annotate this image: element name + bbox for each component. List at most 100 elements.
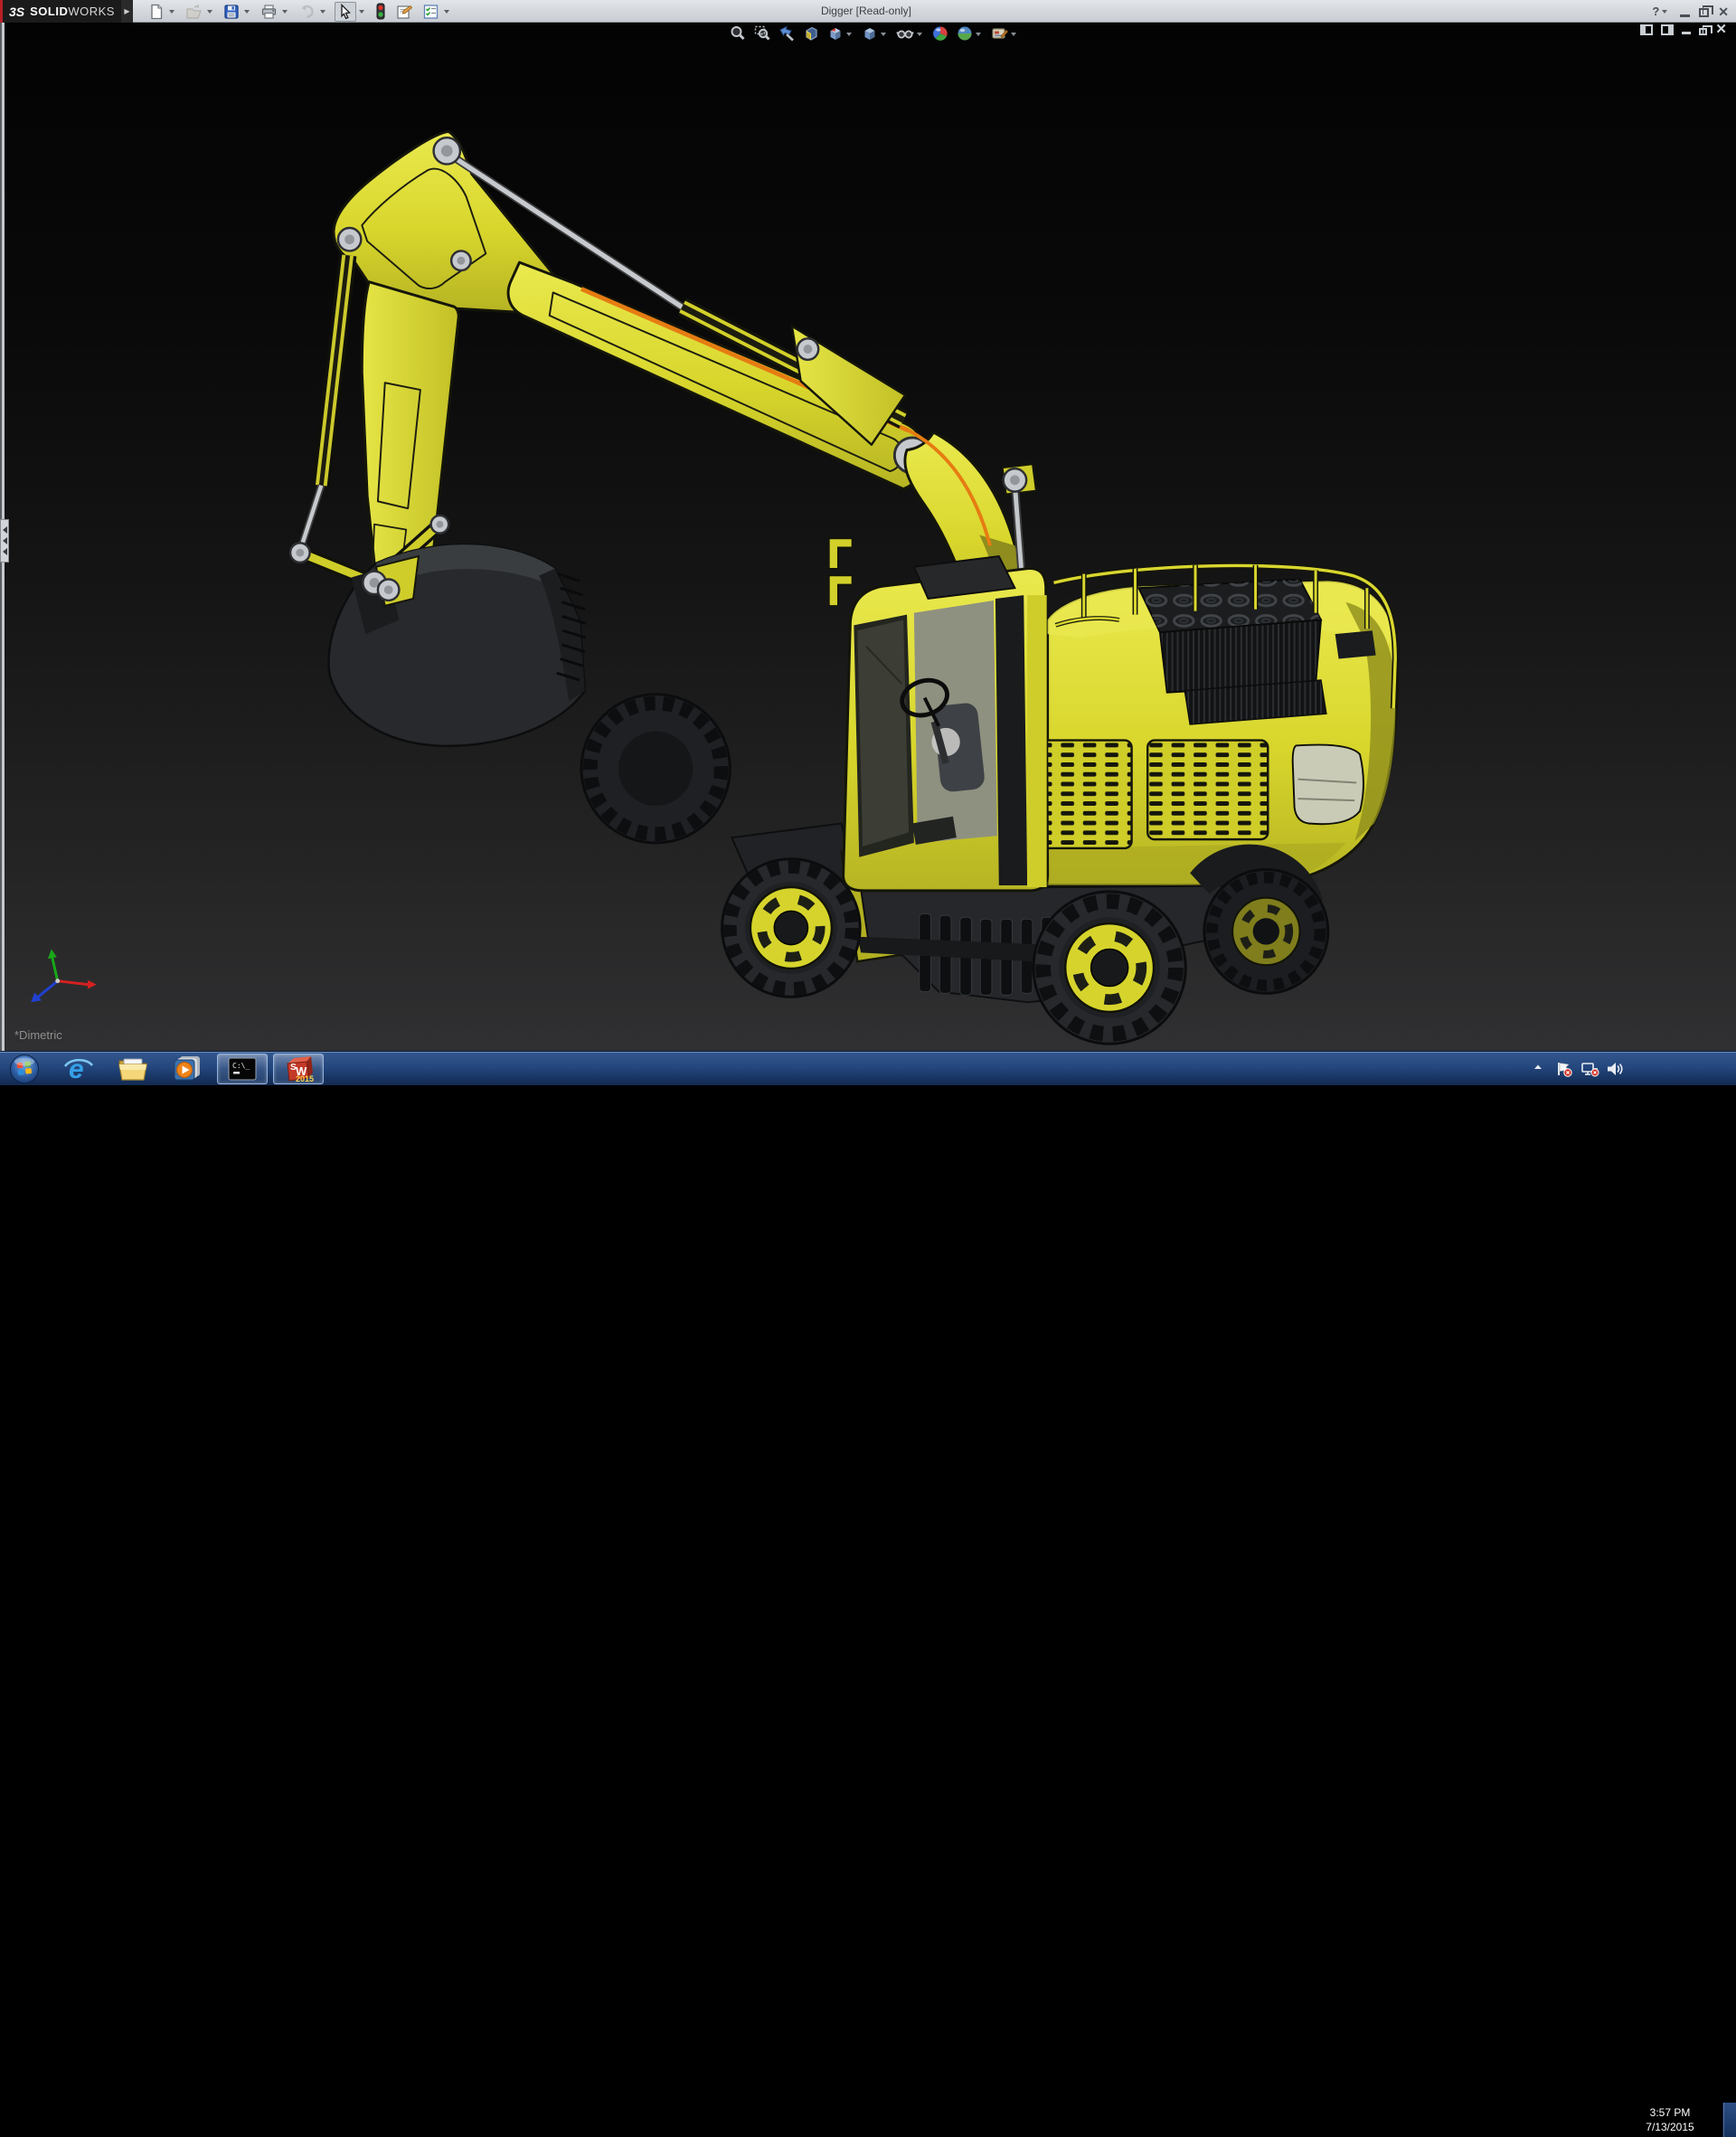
display-style-icon: [864, 28, 875, 40]
minimize-button[interactable]: [1680, 6, 1691, 17]
view-settings-button[interactable]: [990, 25, 1009, 42]
document-restore-button[interactable]: [1699, 24, 1713, 35]
view-orientation-label: *Dimetric: [14, 1028, 62, 1042]
edit-appearance-icon: [933, 26, 948, 41]
headsup-view-toolbar: [729, 24, 1019, 43]
view-settings-dropdown[interactable]: [1011, 32, 1016, 39]
hide-show-items-dropdown[interactable]: [917, 32, 922, 39]
apply-scene-icon: [958, 26, 972, 41]
help-dropdown[interactable]: [1662, 10, 1668, 16]
cab-pillar: [995, 595, 1028, 886]
print-dropdown[interactable]: [282, 10, 288, 16]
network-status-button[interactable]: [1580, 1061, 1600, 1082]
select-button[interactable]: [335, 1, 356, 22]
brand-mark: 3S: [9, 4, 25, 19]
title-bar: 3S SOLID WORKS ▶ Digger [Read-only] ? ✕: [0, 0, 1736, 23]
restore-button[interactable]: [1699, 5, 1714, 17]
rear-right-wheel: [1203, 867, 1330, 995]
collapse-arrow-icon: [0, 537, 7, 544]
options-dropdown[interactable]: [444, 10, 449, 16]
hidden-icons-button[interactable]: [1532, 1061, 1544, 1078]
zoom-to-fit-button[interactable]: [729, 25, 747, 42]
open-icon: [186, 4, 202, 19]
apply-scene-button[interactable]: [956, 25, 974, 42]
undo-button[interactable]: [297, 2, 317, 22]
feature-tree-collapse-tab[interactable]: [0, 519, 9, 563]
command-prompt-button[interactable]: C:\_: [217, 1054, 268, 1084]
command-prompt-icon: C:\_: [228, 1057, 257, 1081]
zoom-to-fit-icon: [731, 26, 745, 41]
zoom-to-area-button[interactable]: [753, 25, 771, 42]
open-button[interactable]: [184, 2, 204, 22]
print-icon: [261, 4, 277, 19]
file-properties-icon: [397, 5, 413, 19]
document-window-controls: ✕: [1640, 23, 1727, 36]
previous-view-button[interactable]: [778, 25, 796, 42]
boom-assembly: [297, 129, 928, 590]
print-button[interactable]: [259, 2, 279, 22]
document-close-button[interactable]: ✕: [1715, 23, 1727, 36]
view-orientation-button[interactable]: [826, 25, 844, 42]
svg-text:e: e: [69, 1054, 84, 1083]
undo-icon: [302, 5, 314, 18]
new-document-button[interactable]: [146, 2, 166, 22]
pane-left-icon[interactable]: [1640, 24, 1654, 35]
windows-explorer-button[interactable]: [112, 1054, 154, 1084]
volume-button[interactable]: [1606, 1061, 1624, 1082]
edit-appearance-button[interactable]: [931, 25, 949, 42]
internet-explorer-button[interactable]: e: [58, 1054, 99, 1084]
section-view-button[interactable]: [802, 25, 820, 42]
collapse-arrow-icon: [0, 548, 7, 555]
undo-dropdown[interactable]: [320, 10, 326, 16]
help-button[interactable]: ?: [1652, 5, 1671, 18]
menu-flyout-arrow[interactable]: ▶: [121, 0, 133, 23]
side-grille-right: [1146, 739, 1269, 841]
solidworks-2015-icon: S W 2015: [287, 1056, 314, 1083]
window-title: Digger [Read-only]: [820, 5, 912, 17]
front-left-wheel: [721, 857, 862, 998]
save-button[interactable]: [222, 2, 241, 22]
new-document-icon: [151, 4, 163, 19]
options-button[interactable]: [420, 2, 441, 22]
display-style-dropdown[interactable]: [881, 32, 886, 39]
digger-model: [31, 129, 1399, 1045]
display-style-button[interactable]: [861, 25, 879, 42]
show-desktop-button[interactable]: [1722, 2103, 1736, 2137]
apply-scene-dropdown[interactable]: [976, 32, 981, 39]
save-dropdown[interactable]: [244, 10, 250, 16]
taskbar: e C:\_ S W 2015 3:57 PM 7/13/2015: [0, 1051, 1736, 2137]
small-vent: [1335, 630, 1376, 659]
action-center-button[interactable]: [1555, 1061, 1573, 1082]
pane-right-icon[interactable]: [1661, 24, 1675, 35]
clock-time: 3:57 PM: [1649, 2106, 1691, 2119]
collapse-arrow-icon: [0, 526, 7, 534]
solidworks-logo: 3S SOLID WORKS: [0, 0, 121, 23]
zoom-to-area-icon: [754, 25, 770, 41]
tray-clock[interactable]: 3:57 PM 7/13/2015: [1631, 2105, 1709, 2134]
open-dropdown[interactable]: [207, 10, 212, 16]
rebuild-traffic-light-button[interactable]: [373, 2, 388, 22]
rear-window: [1291, 743, 1364, 826]
cab: [828, 537, 1050, 893]
select-dropdown[interactable]: [359, 10, 364, 16]
front-right-wheel: [1032, 890, 1187, 1045]
new-document-dropdown[interactable]: [169, 10, 175, 16]
engine-block: [1137, 578, 1323, 694]
file-properties-button[interactable]: [393, 2, 415, 22]
hidden-icons-arrow-icon: [1534, 1064, 1542, 1069]
solidworks-2015-button[interactable]: S W 2015: [273, 1054, 324, 1084]
previous-view-icon: [779, 25, 794, 42]
graphics-viewport[interactable]: ✕ *Dimetric: [0, 23, 1736, 1051]
media-player-button[interactable]: [166, 1054, 208, 1084]
hide-show-items-button[interactable]: [895, 25, 915, 42]
action-center-flag-icon: [1558, 1063, 1572, 1077]
select-cursor-icon: [341, 3, 351, 19]
sw-year: 2015: [296, 1074, 314, 1083]
windows-start-icon: [10, 1054, 39, 1083]
close-button[interactable]: ✕: [1718, 5, 1729, 18]
document-minimize-button[interactable]: [1682, 25, 1692, 34]
start-button[interactable]: [7, 1054, 42, 1084]
view-orientation-dropdown[interactable]: [846, 32, 852, 39]
app-window-controls: ? ✕: [1652, 0, 1729, 23]
brand-red-stripe: [0, 0, 3, 23]
